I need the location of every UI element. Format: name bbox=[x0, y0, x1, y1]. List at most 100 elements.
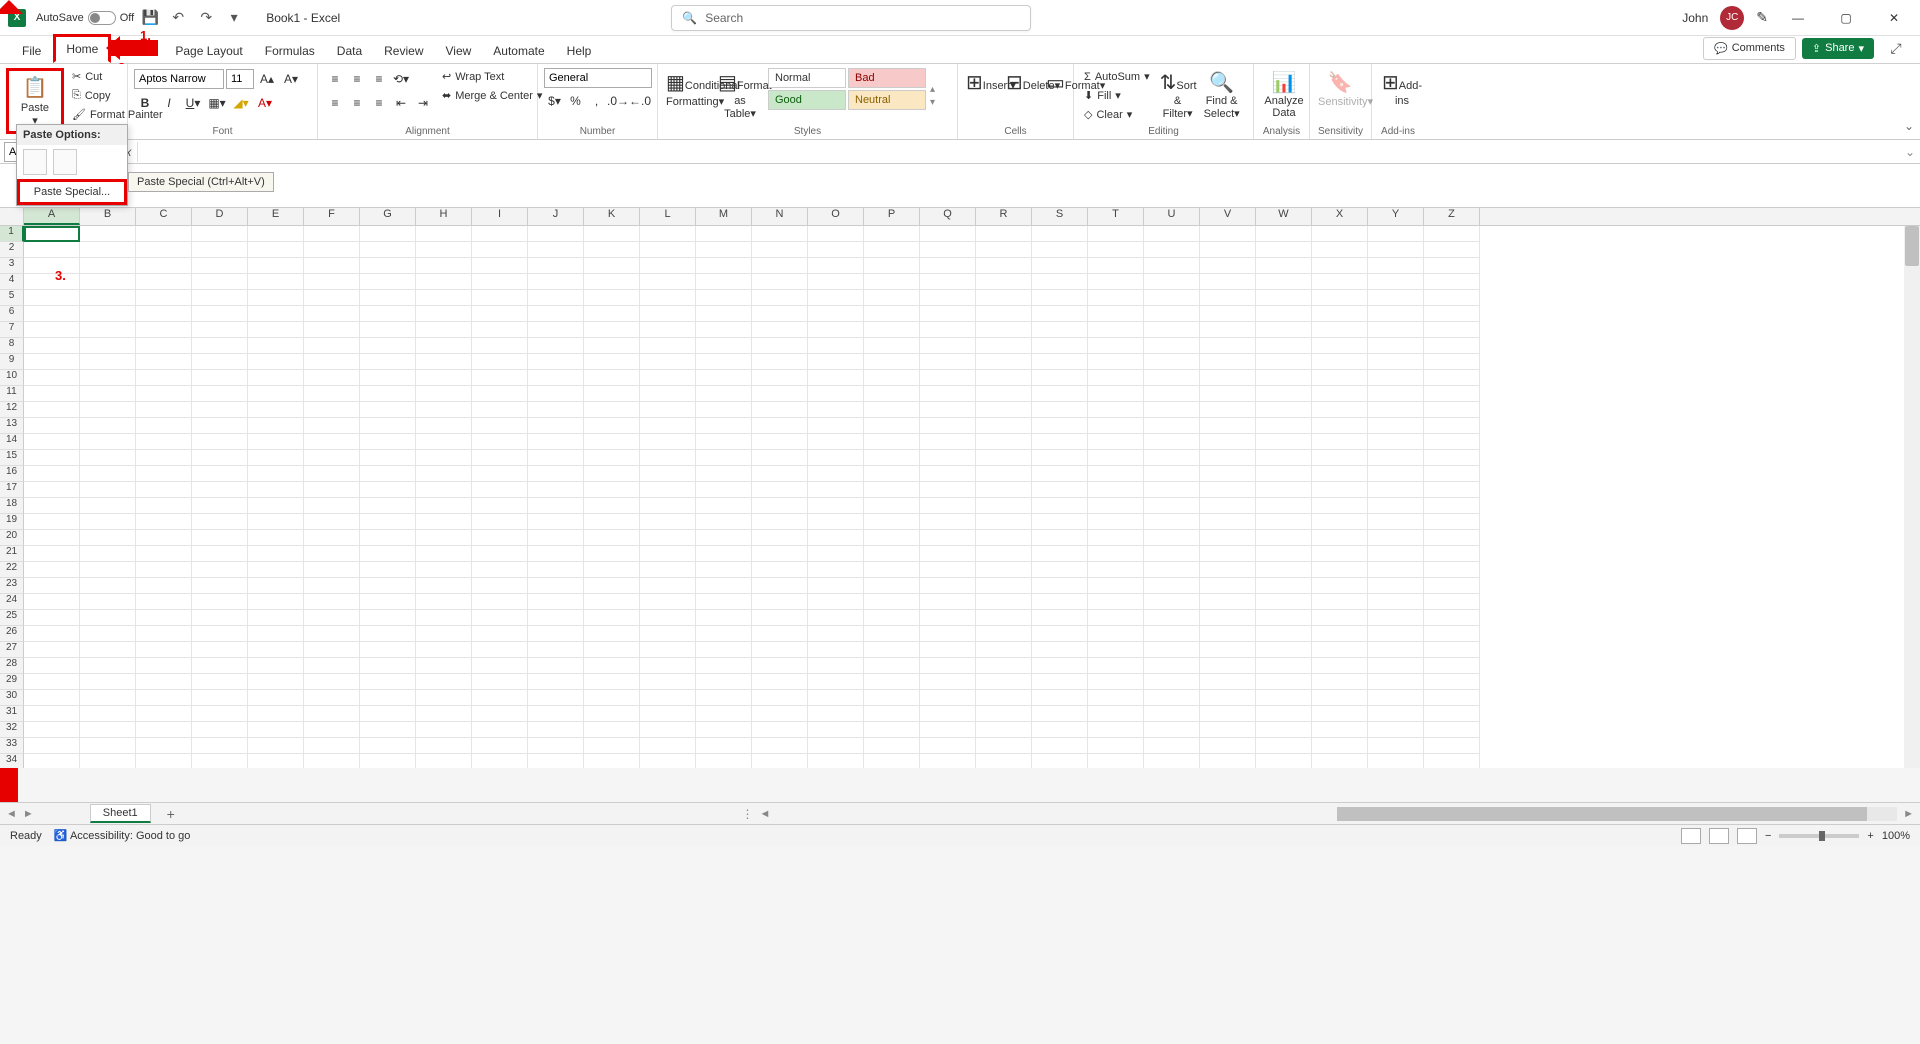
cell-N23[interactable] bbox=[752, 578, 808, 594]
cell-U12[interactable] bbox=[1144, 402, 1200, 418]
cell-I30[interactable] bbox=[472, 690, 528, 706]
cell-H8[interactable] bbox=[416, 338, 472, 354]
cell-K14[interactable] bbox=[584, 434, 640, 450]
cell-H16[interactable] bbox=[416, 466, 472, 482]
cell-P7[interactable] bbox=[864, 322, 920, 338]
cell-B2[interactable] bbox=[80, 242, 136, 258]
row-header-34[interactable]: 34 bbox=[0, 754, 24, 768]
cell-I29[interactable] bbox=[472, 674, 528, 690]
cell-U29[interactable] bbox=[1144, 674, 1200, 690]
cell-T3[interactable] bbox=[1088, 258, 1144, 274]
cell-A20[interactable] bbox=[24, 530, 80, 546]
cell-W1[interactable] bbox=[1256, 226, 1312, 242]
cell-S8[interactable] bbox=[1032, 338, 1088, 354]
cell-V29[interactable] bbox=[1200, 674, 1256, 690]
paste-option-2-icon[interactable] bbox=[53, 149, 77, 175]
cell-J6[interactable] bbox=[528, 306, 584, 322]
comma-icon[interactable]: , bbox=[586, 90, 607, 112]
cell-Z21[interactable] bbox=[1424, 546, 1480, 562]
cell-G7[interactable] bbox=[360, 322, 416, 338]
sheet-tab-1[interactable]: Sheet1 bbox=[90, 804, 151, 823]
cell-O11[interactable] bbox=[808, 386, 864, 402]
cell-V6[interactable] bbox=[1200, 306, 1256, 322]
cell-C33[interactable] bbox=[136, 738, 192, 754]
row-header-21[interactable]: 21 bbox=[0, 546, 24, 562]
cell-W20[interactable] bbox=[1256, 530, 1312, 546]
cell-Y9[interactable] bbox=[1368, 354, 1424, 370]
cell-G16[interactable] bbox=[360, 466, 416, 482]
col-header-D[interactable]: D bbox=[192, 208, 248, 225]
cell-K25[interactable] bbox=[584, 610, 640, 626]
col-header-I[interactable]: I bbox=[472, 208, 528, 225]
cell-F28[interactable] bbox=[304, 658, 360, 674]
cell-E16[interactable] bbox=[248, 466, 304, 482]
cell-A26[interactable] bbox=[24, 626, 80, 642]
cell-T31[interactable] bbox=[1088, 706, 1144, 722]
cell-L6[interactable] bbox=[640, 306, 696, 322]
col-header-Q[interactable]: Q bbox=[920, 208, 976, 225]
cell-L10[interactable] bbox=[640, 370, 696, 386]
cell-E24[interactable] bbox=[248, 594, 304, 610]
cell-D32[interactable] bbox=[192, 722, 248, 738]
cell-N29[interactable] bbox=[752, 674, 808, 690]
row-header-31[interactable]: 31 bbox=[0, 706, 24, 722]
cell-G34[interactable] bbox=[360, 754, 416, 768]
cell-D34[interactable] bbox=[192, 754, 248, 768]
cell-V26[interactable] bbox=[1200, 626, 1256, 642]
cell-E10[interactable] bbox=[248, 370, 304, 386]
cell-K10[interactable] bbox=[584, 370, 640, 386]
paste-button[interactable]: 📋 Paste ▾ bbox=[11, 73, 59, 129]
cell-Q6[interactable] bbox=[920, 306, 976, 322]
cell-J18[interactable] bbox=[528, 498, 584, 514]
cell-O1[interactable] bbox=[808, 226, 864, 242]
row-header-13[interactable]: 13 bbox=[0, 418, 24, 434]
cell-Y16[interactable] bbox=[1368, 466, 1424, 482]
cell-R12[interactable] bbox=[976, 402, 1032, 418]
cell-W11[interactable] bbox=[1256, 386, 1312, 402]
cell-X24[interactable] bbox=[1312, 594, 1368, 610]
cell-K21[interactable] bbox=[584, 546, 640, 562]
cell-A25[interactable] bbox=[24, 610, 80, 626]
col-header-B[interactable]: B bbox=[80, 208, 136, 225]
cell-O24[interactable] bbox=[808, 594, 864, 610]
fill-button[interactable]: ⬇ Fill ▾ bbox=[1080, 87, 1154, 104]
cell-Q11[interactable] bbox=[920, 386, 976, 402]
cell-R26[interactable] bbox=[976, 626, 1032, 642]
cell-W10[interactable] bbox=[1256, 370, 1312, 386]
cell-N18[interactable] bbox=[752, 498, 808, 514]
cell-D7[interactable] bbox=[192, 322, 248, 338]
cell-I5[interactable] bbox=[472, 290, 528, 306]
cell-V17[interactable] bbox=[1200, 482, 1256, 498]
cell-P31[interactable] bbox=[864, 706, 920, 722]
row-header-27[interactable]: 27 bbox=[0, 642, 24, 658]
cell-W9[interactable] bbox=[1256, 354, 1312, 370]
cell-A1[interactable] bbox=[24, 226, 80, 242]
cell-N2[interactable] bbox=[752, 242, 808, 258]
cell-W26[interactable] bbox=[1256, 626, 1312, 642]
cell-E14[interactable] bbox=[248, 434, 304, 450]
delete-cells-button[interactable]: ⊟Delete▾ bbox=[1004, 68, 1040, 124]
cell-Y20[interactable] bbox=[1368, 530, 1424, 546]
cell-N4[interactable] bbox=[752, 274, 808, 290]
cell-R10[interactable] bbox=[976, 370, 1032, 386]
cell-Y10[interactable] bbox=[1368, 370, 1424, 386]
cell-F11[interactable] bbox=[304, 386, 360, 402]
cell-J13[interactable] bbox=[528, 418, 584, 434]
cell-Z8[interactable] bbox=[1424, 338, 1480, 354]
cell-O14[interactable] bbox=[808, 434, 864, 450]
cell-W14[interactable] bbox=[1256, 434, 1312, 450]
cell-S27[interactable] bbox=[1032, 642, 1088, 658]
cell-L29[interactable] bbox=[640, 674, 696, 690]
cell-T15[interactable] bbox=[1088, 450, 1144, 466]
cell-O8[interactable] bbox=[808, 338, 864, 354]
cell-X3[interactable] bbox=[1312, 258, 1368, 274]
cell-G11[interactable] bbox=[360, 386, 416, 402]
cell-V4[interactable] bbox=[1200, 274, 1256, 290]
cell-X6[interactable] bbox=[1312, 306, 1368, 322]
cell-O5[interactable] bbox=[808, 290, 864, 306]
cell-A21[interactable] bbox=[24, 546, 80, 562]
cell-K26[interactable] bbox=[584, 626, 640, 642]
col-header-A[interactable]: A bbox=[24, 208, 80, 225]
cell-N30[interactable] bbox=[752, 690, 808, 706]
cell-L20[interactable] bbox=[640, 530, 696, 546]
